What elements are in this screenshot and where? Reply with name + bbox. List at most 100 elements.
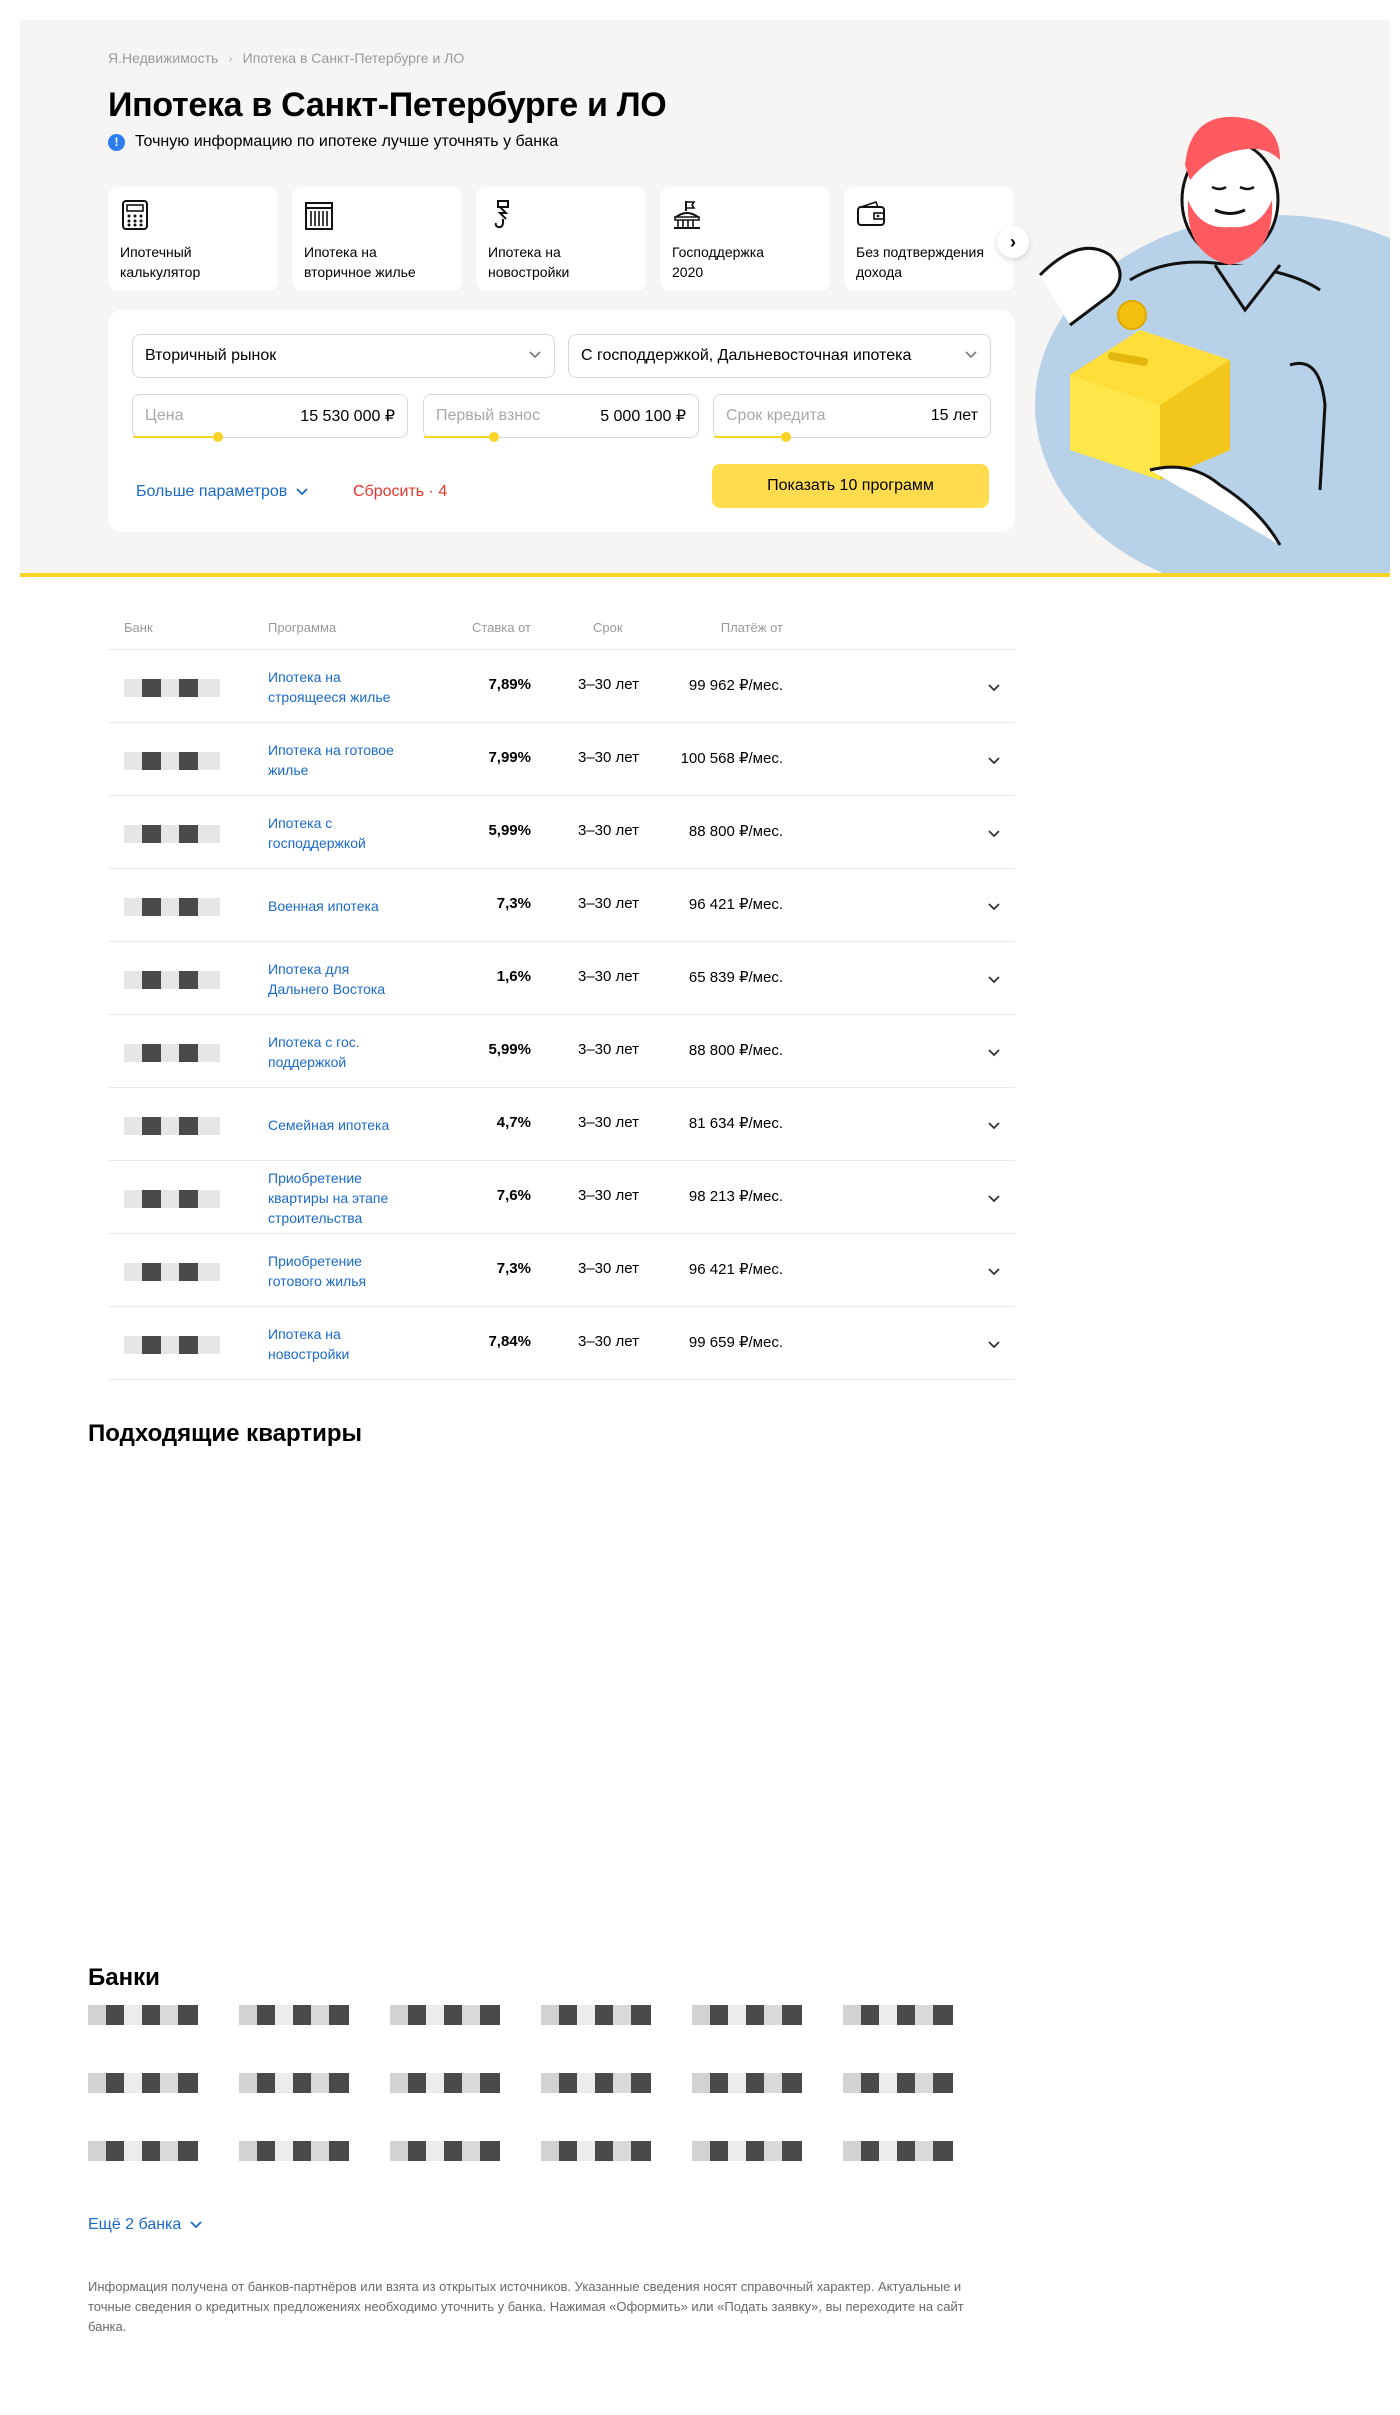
payment-value: 65 839 ₽/мес.	[688, 969, 783, 986]
loan-term-field[interactable]: Срок кредита 15 лет	[713, 394, 991, 442]
chevron-down-icon[interactable]	[986, 1118, 1002, 1134]
bank-logo[interactable]	[88, 2073, 198, 2093]
program-link[interactable]: Военная ипотека	[268, 896, 418, 916]
payment-value: 88 800 ₽/мес.	[688, 1042, 783, 1059]
card-label: Господдержка 2020	[672, 244, 764, 280]
category-cards: Ипотечный калькулятор Ипотека на вторичн…	[108, 187, 1014, 291]
term-value: 3–30 лет	[578, 1333, 640, 1350]
bank-logo[interactable]	[692, 2005, 802, 2025]
payment-value: 96 421 ₽/мес.	[688, 896, 783, 913]
calculator-icon	[122, 200, 148, 230]
wallet-icon	[857, 201, 885, 226]
market-select[interactable]: Вторичный рынок	[132, 334, 555, 378]
bank-logo	[124, 898, 220, 916]
chevron-down-icon[interactable]	[986, 1191, 1002, 1207]
bank-logo[interactable]	[541, 2005, 651, 2025]
bank-logo[interactable]	[541, 2141, 651, 2161]
down-payment-slider-track	[424, 436, 494, 438]
down-payment-field[interactable]: Первый взнос 5 000 100 ₽	[423, 394, 699, 442]
term-value: 3–30 лет	[578, 968, 640, 985]
program-link[interactable]: Приобретение квартиры на этапе строитель…	[268, 1168, 418, 1228]
card-no-income-proof[interactable]: Без подтверждения дохода	[844, 187, 1014, 291]
chevron-down-icon[interactable]	[986, 899, 1002, 915]
price-slider-track	[133, 436, 218, 438]
card-mortgage-calculator[interactable]: Ипотечный калькулятор	[108, 187, 278, 291]
price-field[interactable]: Цена 15 530 000 ₽	[132, 394, 408, 442]
down-payment-slider-thumb[interactable]	[489, 432, 499, 442]
mortgage-programs-table: Банк Программа Ставка от Срок Платёж от …	[108, 600, 1015, 1380]
bank-logo[interactable]	[88, 2005, 198, 2025]
card-label: Ипотека на новостройки	[488, 244, 570, 280]
table-row[interactable]: Ипотека на строящееся жилье 7,89% 3–30 лет…	[108, 650, 1015, 723]
bank-logo[interactable]	[390, 2141, 500, 2161]
chevron-down-icon[interactable]	[986, 1264, 1002, 1280]
table-row[interactable]: Приобретение готового жилья 7,3% 3–30 лет 9…	[108, 1234, 1015, 1307]
breadcrumb-link-home[interactable]: Я.Недвижимость	[108, 50, 218, 66]
loan-term-slider-thumb[interactable]	[781, 432, 791, 442]
program-link[interactable]: Ипотека на строящееся жилье	[268, 667, 418, 707]
term-value: 3–30 лет	[578, 676, 640, 693]
rate-value: 7,6%	[496, 1187, 531, 1204]
program-link[interactable]: Ипотека с гос. поддержкой	[268, 1032, 418, 1072]
bank-logo[interactable]	[88, 2141, 198, 2161]
breadcrumb-link-current[interactable]: Ипотека в Санкт-Петербурге и ЛО	[243, 50, 465, 66]
programs-select[interactable]: С господдержкой, Дальневосточная ипотека	[568, 334, 991, 378]
card-secondary-housing[interactable]: Ипотека на вторичное жилье	[292, 187, 462, 291]
term-value: 3–30 лет	[578, 749, 640, 766]
notice: ! Точную информацию по ипотеке лучше уто…	[108, 133, 558, 151]
payment-value: 99 962 ₽/мес.	[688, 677, 783, 694]
program-link[interactable]: Ипотека на готовое жилье	[268, 740, 418, 780]
rate-value: 4,7%	[496, 1114, 531, 1131]
bank-logo[interactable]	[239, 2073, 349, 2093]
table-row[interactable]: Приобретение квартиры на этапе строитель…	[108, 1161, 1015, 1234]
bank-logo[interactable]	[390, 2073, 500, 2093]
bank-logo[interactable]	[239, 2005, 349, 2025]
card-new-buildings[interactable]: Ипотека на новостройки	[476, 187, 646, 291]
bank-logo[interactable]	[692, 2141, 802, 2161]
table-header: Банк Программа Ставка от Срок Платёж от	[108, 600, 1015, 650]
table-row[interactable]: Ипотека на новостройки 7,84% 3–30 лет 99 65…	[108, 1307, 1015, 1380]
chevron-down-icon[interactable]	[986, 753, 1002, 769]
header-program: Программа	[268, 620, 337, 635]
banks-grid	[88, 2005, 953, 2161]
bank-logo[interactable]	[692, 2073, 802, 2093]
program-link[interactable]: Ипотека на новостройки	[268, 1324, 418, 1364]
table-row[interactable]: Ипотека с господдержкой 5,99% 3–30 лет 88 8…	[108, 796, 1015, 869]
bank-logo[interactable]	[541, 2073, 651, 2093]
bank-logo	[124, 1263, 220, 1281]
table-row[interactable]: Семейная ипотека 4,7% 3–30 лет 81 634 ₽/мес…	[108, 1088, 1015, 1161]
bank-logo	[124, 752, 220, 770]
chevron-down-icon[interactable]	[986, 826, 1002, 842]
chevron-down-icon[interactable]	[986, 1045, 1002, 1061]
reset-filters-button[interactable]: Сбросить · 4	[353, 483, 447, 501]
bank-logo[interactable]	[239, 2141, 349, 2161]
show-programs-button[interactable]: Показать 10 программ	[712, 464, 989, 508]
more-params-button[interactable]: Больше параметров	[136, 483, 309, 501]
card-state-support[interactable]: Господдержка 2020	[660, 187, 830, 291]
table-row[interactable]: Ипотека с гос. поддержкой 5,99% 3–30 лет 88…	[108, 1015, 1015, 1088]
chevron-down-icon[interactable]	[986, 1337, 1002, 1353]
chevron-down-icon[interactable]	[986, 972, 1002, 988]
table-row[interactable]: Военная ипотека 7,3% 3–30 лет 96 421 ₽/мес.	[108, 869, 1015, 942]
info-icon: !	[108, 133, 125, 151]
bank-logo	[124, 1044, 220, 1062]
bank-logo[interactable]	[843, 2141, 953, 2161]
programs-select-value: С господдержкой, Дальневосточная ипотека	[581, 347, 912, 364]
program-link[interactable]: Ипотека с господдержкой	[268, 813, 418, 853]
program-link[interactable]: Семейная ипотека	[268, 1115, 418, 1135]
bank-logo[interactable]	[843, 2073, 953, 2093]
cards-next-arrow[interactable]: ›	[997, 226, 1029, 258]
program-link[interactable]: Приобретение готового жилья	[268, 1251, 418, 1291]
down-payment-label: Первый взнос	[436, 407, 541, 424]
program-link[interactable]: Ипотека для Дальнего Востока	[268, 959, 418, 999]
table-row[interactable]: Ипотека на готовое жилье 7,99% 3–30 лет 100…	[108, 723, 1015, 796]
term-value: 3–30 лет	[578, 1187, 640, 1204]
bank-logo[interactable]	[843, 2005, 953, 2025]
rate-value: 7,3%	[496, 1260, 531, 1277]
chevron-down-icon[interactable]	[986, 680, 1002, 696]
bank-logo[interactable]	[390, 2005, 500, 2025]
loan-term-slider-track	[714, 436, 786, 438]
more-banks-button[interactable]: Ещё 2 банка	[88, 2216, 203, 2234]
table-row[interactable]: Ипотека для Дальнего Востока 1,6% 3–30 лет…	[108, 942, 1015, 1015]
price-slider-thumb[interactable]	[213, 432, 223, 442]
